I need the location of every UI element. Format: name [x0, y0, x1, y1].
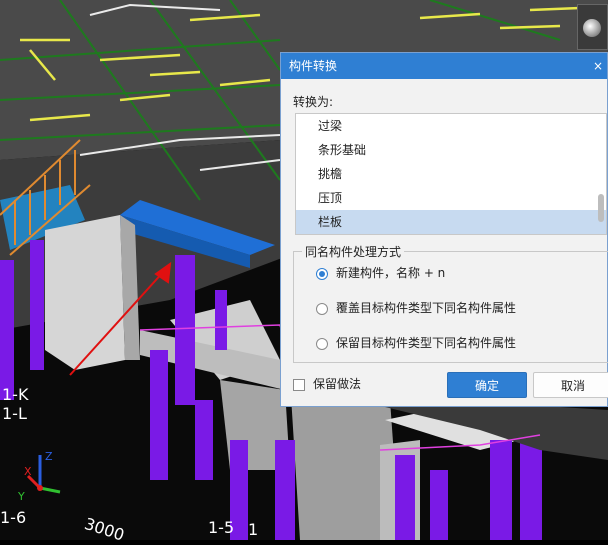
close-icon[interactable]: ×: [591, 53, 605, 79]
axis-label-six: 1-6: [0, 508, 27, 527]
axis-label-one: 1: [248, 520, 259, 539]
dialog-title: 构件转换: [289, 59, 338, 73]
option-label: 新建构件，名称 + n: [336, 266, 446, 280]
axis-label-k: 1-K: [2, 385, 29, 404]
option-overwrite[interactable]: 覆盖目标构件类型下同名构件属性: [316, 299, 516, 317]
dialog-titlebar[interactable]: 构件转换 ×: [281, 53, 607, 79]
keep-method-checkbox-row[interactable]: 保留做法: [293, 376, 361, 392]
list-item[interactable]: 挑檐: [296, 162, 606, 186]
option-keep[interactable]: 保留目标构件类型下同名构件属性: [316, 334, 516, 352]
view-orbit-control[interactable]: [577, 4, 608, 50]
svg-text:Z: Z: [45, 450, 53, 463]
option-label: 覆盖目标构件类型下同名构件属性: [336, 301, 517, 315]
keep-method-label: 保留做法: [313, 377, 362, 391]
svg-text:X: X: [24, 465, 32, 478]
radio-icon[interactable]: [316, 337, 328, 350]
component-type-list[interactable]: 过梁 条形基础 挑檐 压顶 栏板: [295, 113, 607, 235]
keep-method-checkbox[interactable]: [293, 378, 305, 391]
radio-icon[interactable]: [316, 302, 328, 315]
cancel-button[interactable]: 取消: [533, 372, 608, 398]
svg-text:Y: Y: [17, 490, 25, 503]
convert-component-dialog: 构件转换 × 转换为: 过梁 条形基础 挑檐 压顶 栏板 同名构件处理方式 新建…: [280, 52, 608, 407]
convert-to-label: 转换为:: [293, 95, 334, 109]
same-name-handling-group: 同名构件处理方式 新建构件，名称 + n 覆盖目标构件类型下同名构件属性 保留目…: [293, 243, 608, 363]
radio-checked-icon[interactable]: [316, 267, 328, 280]
list-item[interactable]: 条形基础: [296, 138, 606, 162]
option-new-component[interactable]: 新建构件，名称 + n: [316, 264, 445, 282]
list-scrollbar[interactable]: [598, 194, 604, 222]
orbit-ball-icon[interactable]: [583, 19, 601, 37]
list-item-selected[interactable]: 栏板: [296, 210, 606, 234]
list-item[interactable]: 过梁: [296, 114, 606, 138]
axis-label-five: 1-5: [208, 518, 235, 537]
option-label: 保留目标构件类型下同名构件属性: [336, 336, 517, 350]
axis-label-l: 1-L: [2, 404, 27, 423]
ok-button[interactable]: 确定: [447, 372, 527, 398]
group-title: 同名构件处理方式: [302, 243, 405, 260]
list-item[interactable]: 压顶: [296, 186, 606, 210]
